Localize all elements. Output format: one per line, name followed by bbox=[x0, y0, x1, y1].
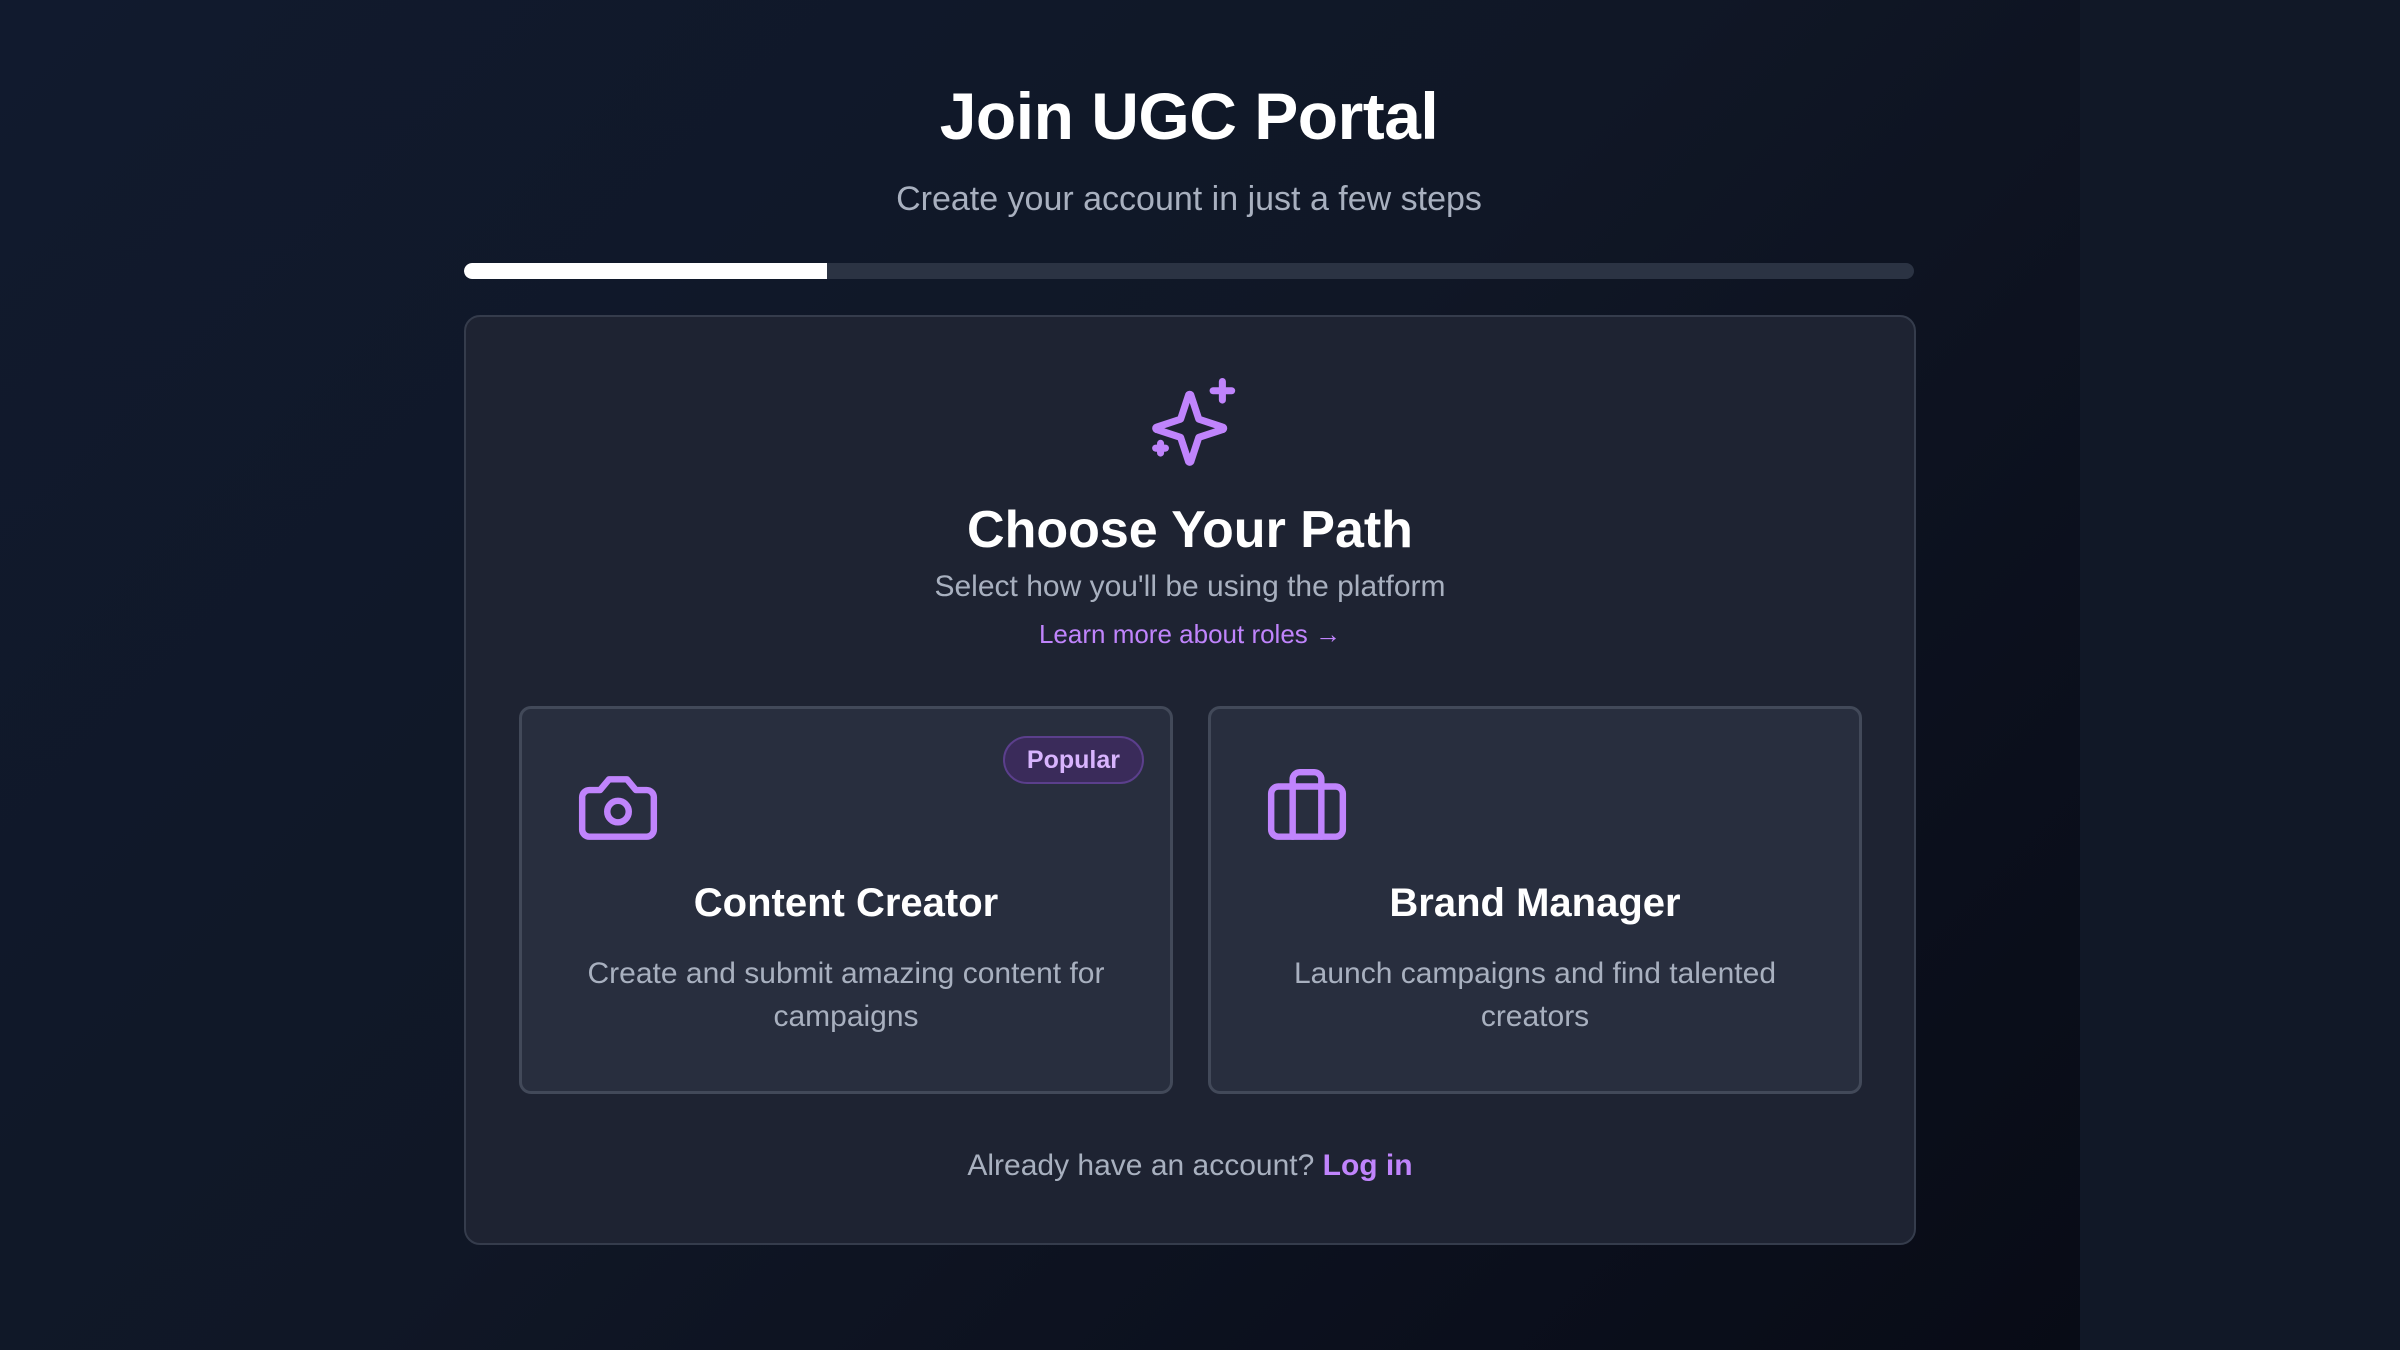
sparkles-icon bbox=[1152, 377, 1236, 466]
role-description: Create and submit amazing content for ca… bbox=[587, 957, 1105, 1033]
page-subtitle: Create your account in just a few steps bbox=[896, 180, 1482, 218]
popular-badge: Popular bbox=[1002, 736, 1144, 784]
right-panel-background bbox=[2080, 0, 2400, 1350]
learn-more-roles-link[interactable]: Learn more about roles → bbox=[466, 619, 1914, 650]
progress-bar-fill bbox=[464, 263, 827, 279]
role-option-brand-manager[interactable]: Brand Manager Launch campaigns and find … bbox=[1208, 706, 1862, 1094]
role-description: Launch campaigns and find talented creat… bbox=[1293, 957, 1777, 1033]
role-selection-card: Choose Your Path Select how you'll be us… bbox=[464, 315, 1916, 1245]
step-subtitle: Select how you'll be using the platform bbox=[934, 570, 1446, 603]
role-option-content-creator[interactable]: Popular Content Creator Create and submi… bbox=[519, 706, 1173, 1094]
step-title: Choose Your Path bbox=[967, 501, 1413, 559]
login-prompt-text: Already have an account? bbox=[967, 1149, 1323, 1182]
role-title: Content Creator bbox=[693, 881, 999, 925]
role-title: Brand Manager bbox=[1389, 881, 1681, 925]
progress-bar bbox=[464, 263, 1914, 279]
briefcase-icon bbox=[1267, 768, 1347, 840]
camera-icon bbox=[578, 776, 658, 840]
login-prompt: Already have an account? Log in bbox=[466, 1149, 1914, 1183]
login-link[interactable]: Log in bbox=[1323, 1149, 1413, 1182]
page-title: Join UGC Portal bbox=[939, 79, 1439, 153]
